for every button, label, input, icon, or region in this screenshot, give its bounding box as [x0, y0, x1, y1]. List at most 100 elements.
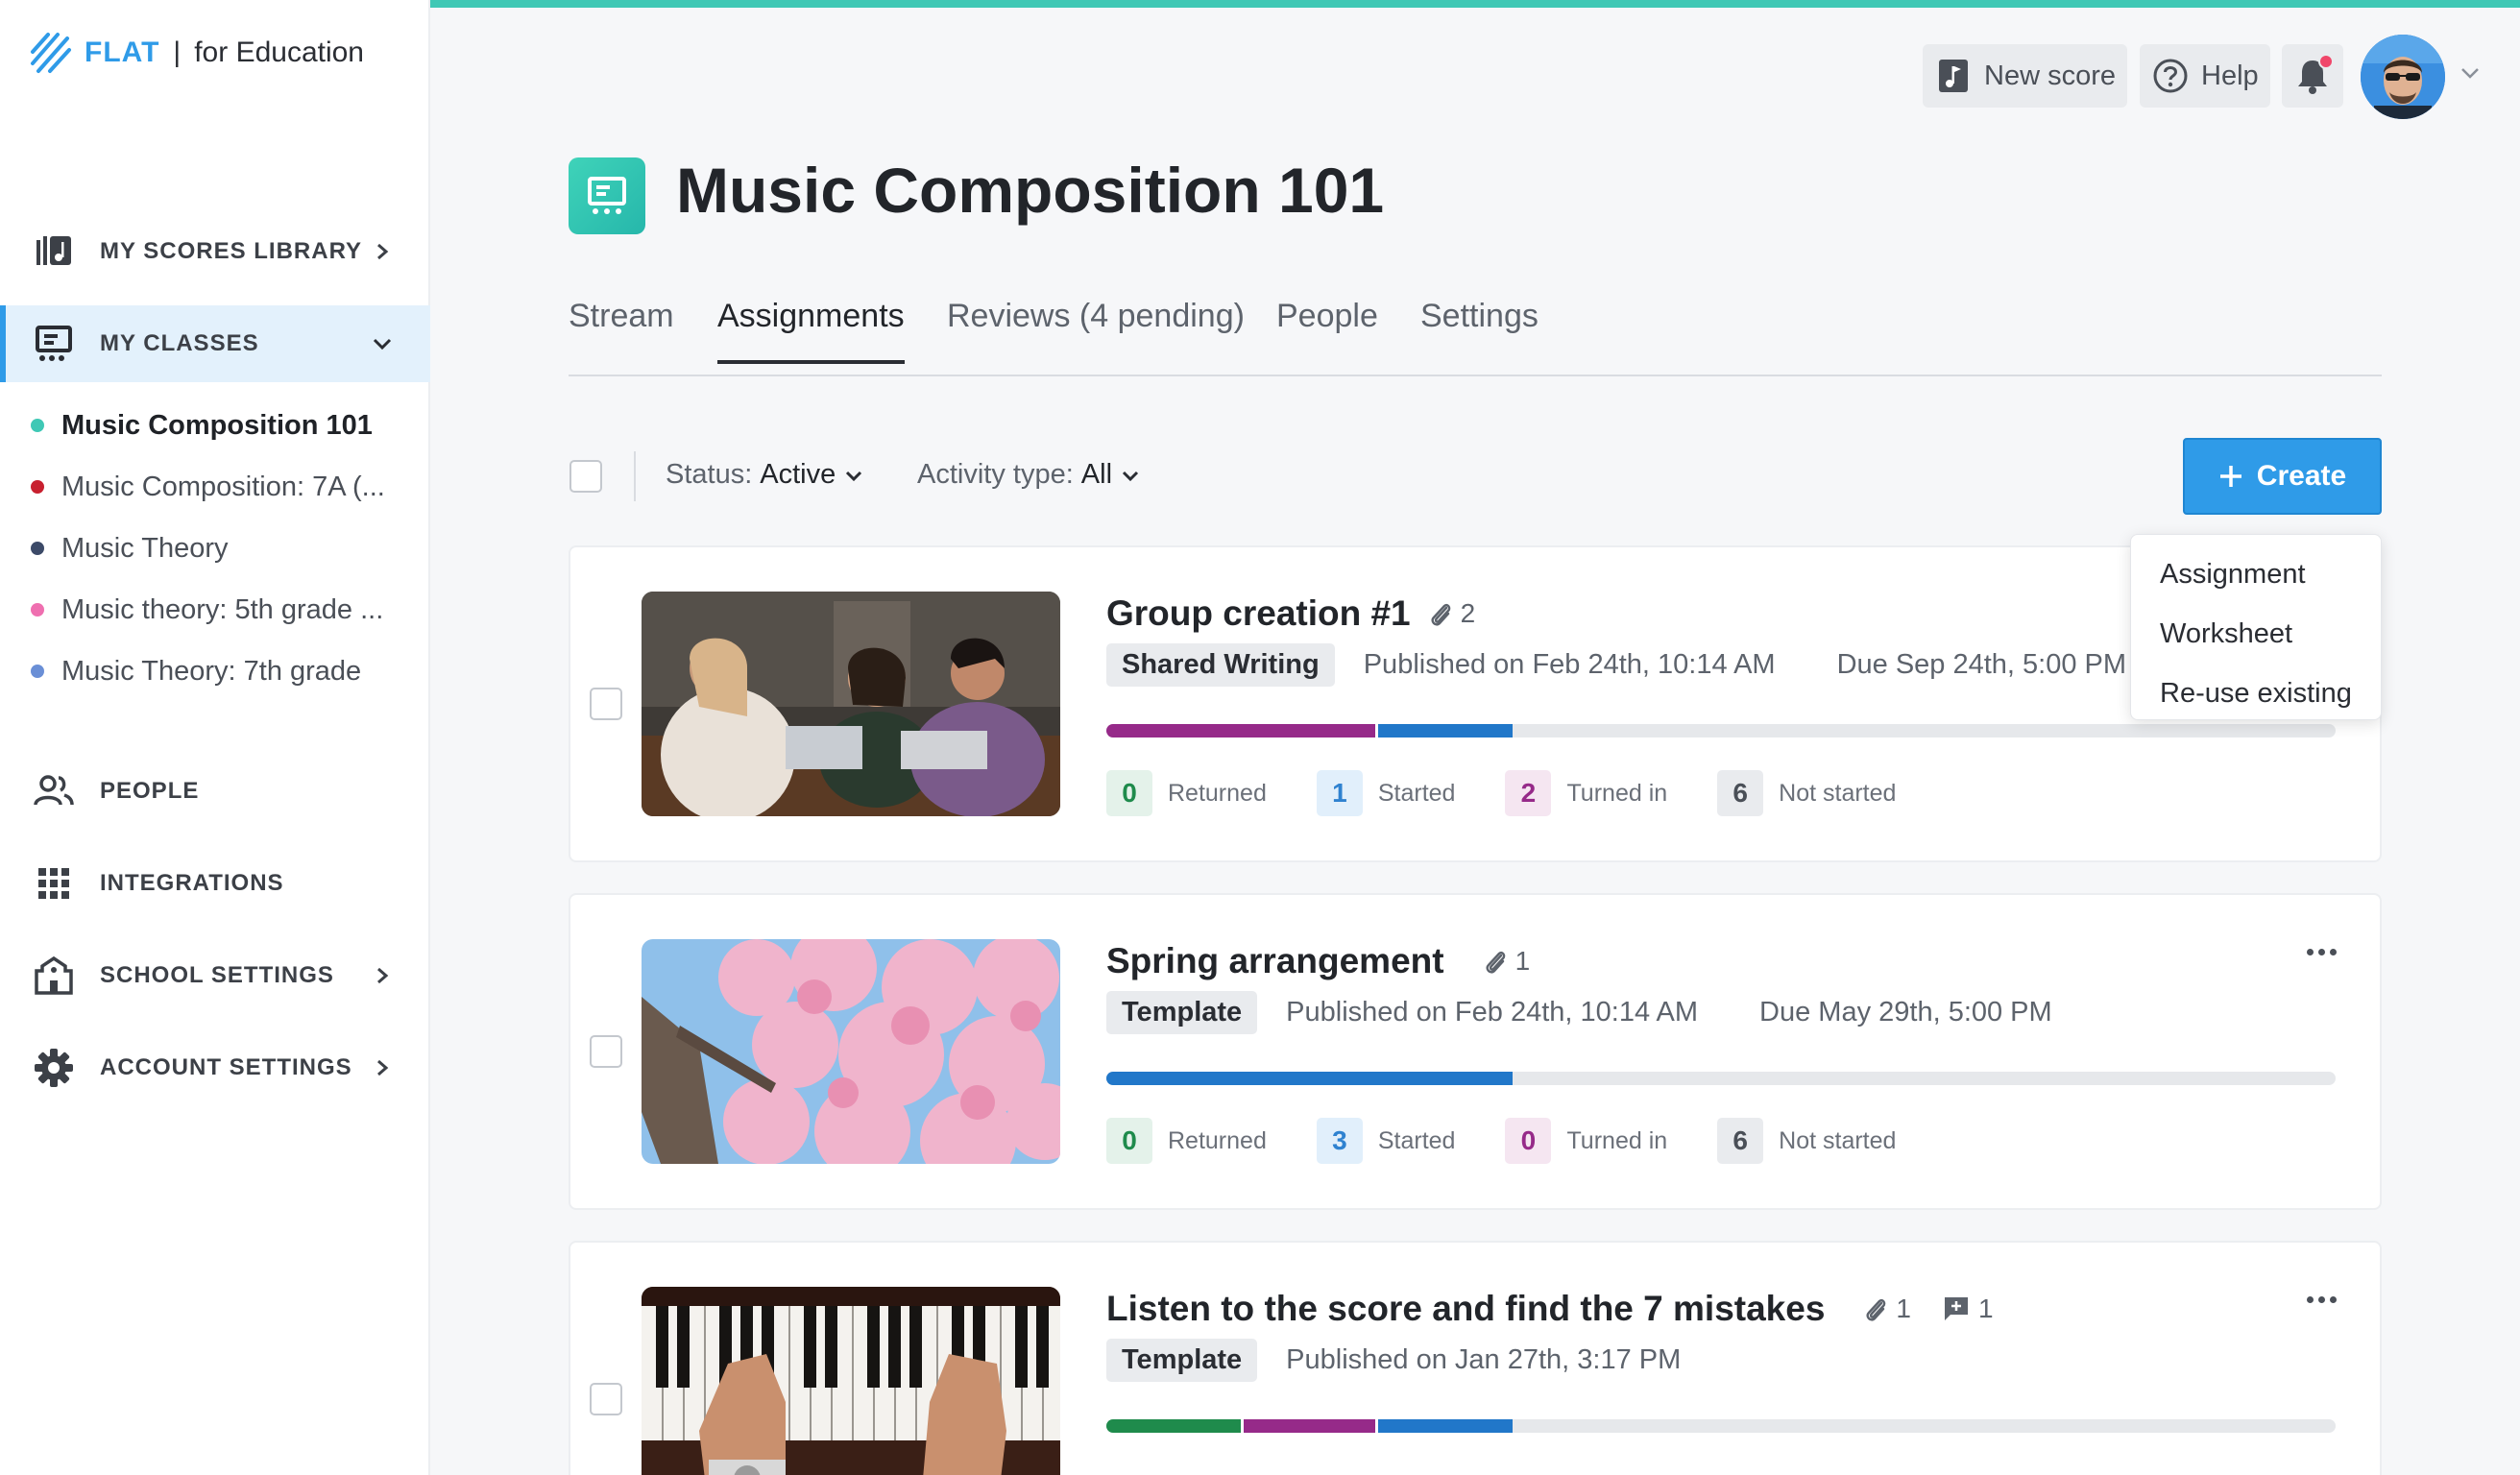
help-label: Help	[2201, 60, 2259, 91]
not-started-count: 6	[1717, 1118, 1764, 1164]
chevron-down-icon	[846, 471, 862, 481]
activity-type-filter[interactable]: Activity type: All	[917, 459, 1141, 491]
progress-bar	[1106, 1419, 2336, 1433]
class-item-music-theory-7th[interactable]: Music Theory: 7th grade	[31, 647, 361, 695]
activity-filter-value: All	[1080, 459, 1113, 490]
filter-divider	[634, 451, 636, 501]
gear-icon	[33, 1047, 75, 1089]
class-item-music-theory[interactable]: Music Theory	[31, 524, 229, 572]
account-menu-chevron[interactable]	[2459, 61, 2482, 89]
class-label: Music Theory	[61, 532, 229, 564]
returned-count: 0	[1106, 1118, 1152, 1164]
assignment-checkbox[interactable]	[590, 688, 622, 720]
stat-returned: 0 Returned	[1106, 1118, 1267, 1164]
status-filter[interactable]: Status: Active	[666, 459, 864, 491]
class-color-dot	[31, 419, 44, 432]
brand-separator: |	[173, 36, 182, 68]
nav-my-classes[interactable]: MY CLASSES	[0, 305, 430, 382]
assignment-title[interactable]: Group creation #1 2	[1106, 593, 1475, 634]
class-icon	[569, 157, 645, 234]
turned-in-label: Turned in	[1566, 1126, 1668, 1154]
create-menu-assignment[interactable]: Assignment	[2131, 544, 2381, 604]
tab-reviews[interactable]: Reviews (4 pending)	[947, 298, 1245, 360]
create-menu-worksheet[interactable]: Worksheet	[2131, 604, 2381, 664]
nav-account-settings[interactable]: ACCOUNT SETTINGS	[0, 1029, 430, 1106]
assignment-meta: Template Published on Jan 27th, 3:17 PM	[1106, 1339, 1681, 1382]
top-accent-line	[430, 0, 2520, 8]
nav-label: ACCOUNT SETTINGS	[100, 1054, 352, 1080]
create-button[interactable]: Create	[2183, 438, 2382, 515]
started-label: Started	[1377, 1126, 1456, 1154]
attachments-number: 1	[1514, 946, 1531, 976]
select-all-checkbox[interactable]	[569, 460, 602, 493]
returned-count: 0	[1106, 770, 1152, 816]
assignment-checkbox[interactable]	[590, 1035, 622, 1068]
class-item-music-composition-7a[interactable]: Music Composition: 7A (...	[31, 463, 385, 511]
nav-integrations[interactable]: INTEGRATIONS	[0, 845, 430, 922]
progress-started	[1378, 1419, 1513, 1433]
assignment-meta: Shared Writing Published on Feb 24th, 10…	[1106, 643, 2126, 687]
nav-label: SCHOOL SETTINGS	[100, 962, 334, 988]
page-title: Music Composition 101	[676, 155, 1385, 226]
paperclip-icon	[1866, 1298, 1886, 1321]
notifications-button[interactable]	[2282, 44, 2343, 108]
class-label: Music Composition 101	[61, 409, 373, 441]
assignment-card[interactable]: Group creation #1 2 Shared Writing Publi…	[569, 545, 2382, 862]
attachments-count: 1	[1483, 946, 1531, 977]
nav-people[interactable]: PEOPLE	[0, 753, 430, 830]
stat-started: 3 Started	[1316, 1118, 1456, 1164]
tab-settings[interactable]: Settings	[1420, 298, 1539, 360]
flat-logo[interactable]: FLAT | for Education	[29, 29, 364, 77]
published-date: Published on Feb 24th, 10:14 AM	[1286, 997, 1699, 1028]
class-color-dot	[31, 603, 44, 617]
help-button[interactable]: Help	[2140, 44, 2270, 108]
more-options-icon[interactable]	[2297, 937, 2345, 966]
nav-school-settings[interactable]: SCHOOL SETTINGS	[0, 937, 430, 1014]
published-date: Published on Feb 24th, 10:14 AM	[1363, 649, 1776, 680]
classes-icon	[33, 323, 75, 365]
classroom-icon	[588, 177, 626, 214]
stat-not-started: 6 Not started	[1717, 1118, 1896, 1164]
assignment-type-badge: Template	[1106, 1339, 1258, 1382]
assignment-title[interactable]: Spring arrangement 1	[1106, 941, 1530, 981]
chevron-down-icon	[1122, 471, 1139, 481]
assignment-title-text: Listen to the score and find the 7 mista…	[1106, 1289, 1826, 1328]
not-started-label: Not started	[1779, 1126, 1897, 1154]
create-menu-reuse-existing[interactable]: Re-use existing	[2131, 664, 2381, 723]
school-icon	[33, 955, 75, 997]
more-options-icon[interactable]	[2297, 1285, 2345, 1314]
published-date: Published on Jan 27th, 3:17 PM	[1286, 1344, 1682, 1375]
assignment-checkbox[interactable]	[590, 1383, 622, 1415]
started-count: 3	[1316, 1118, 1363, 1164]
tab-stream[interactable]: Stream	[569, 298, 674, 360]
stat-turned-in: 2 Turned in	[1505, 770, 1667, 816]
nav-label: MY CLASSES	[100, 330, 259, 356]
assignment-thumbnail	[642, 939, 1060, 1164]
assignment-thumbnail	[642, 1287, 1060, 1475]
tab-people[interactable]: People	[1276, 298, 1378, 360]
assignment-stats: 0 Returned 1 Started 2 Turned in 6 Not start…	[1106, 770, 1946, 816]
brand-name: FLAT	[85, 36, 160, 68]
nav-my-scores-library[interactable]: MY SCORES LIBRARY	[0, 213, 430, 290]
assignment-meta: Template Published on Feb 24th, 10:14 AM…	[1106, 991, 2052, 1034]
assignment-card[interactable]: Spring arrangement 1 Template Published …	[569, 893, 2382, 1210]
attachments-number: 2	[1460, 598, 1476, 628]
assignment-type-badge: Template	[1106, 991, 1258, 1034]
stat-returned: 0 Returned	[1106, 770, 1267, 816]
avatar[interactable]	[2361, 35, 2445, 119]
activity-filter-label: Activity type:	[917, 459, 1074, 490]
returned-label: Returned	[1168, 1126, 1267, 1154]
assignment-card[interactable]: Listen to the score and find the 7 mista…	[569, 1241, 2382, 1475]
new-score-button[interactable]: New score	[1923, 44, 2127, 108]
progress-bar	[1106, 1072, 2336, 1085]
assignment-title-text: Spring arrangement	[1106, 941, 1444, 980]
status-filter-value: Active	[760, 459, 836, 490]
nav-label: INTEGRATIONS	[100, 870, 284, 896]
class-item-music-composition-101[interactable]: Music Composition 101	[31, 401, 373, 449]
turned-in-count: 0	[1505, 1118, 1552, 1164]
not-started-label: Not started	[1779, 779, 1897, 807]
class-item-music-theory-5th[interactable]: Music theory: 5th grade ...	[31, 586, 383, 634]
assignment-title[interactable]: Listen to the score and find the 7 mista…	[1106, 1289, 1994, 1329]
help-icon	[2151, 57, 2190, 95]
tab-assignments[interactable]: Assignments	[717, 298, 905, 364]
